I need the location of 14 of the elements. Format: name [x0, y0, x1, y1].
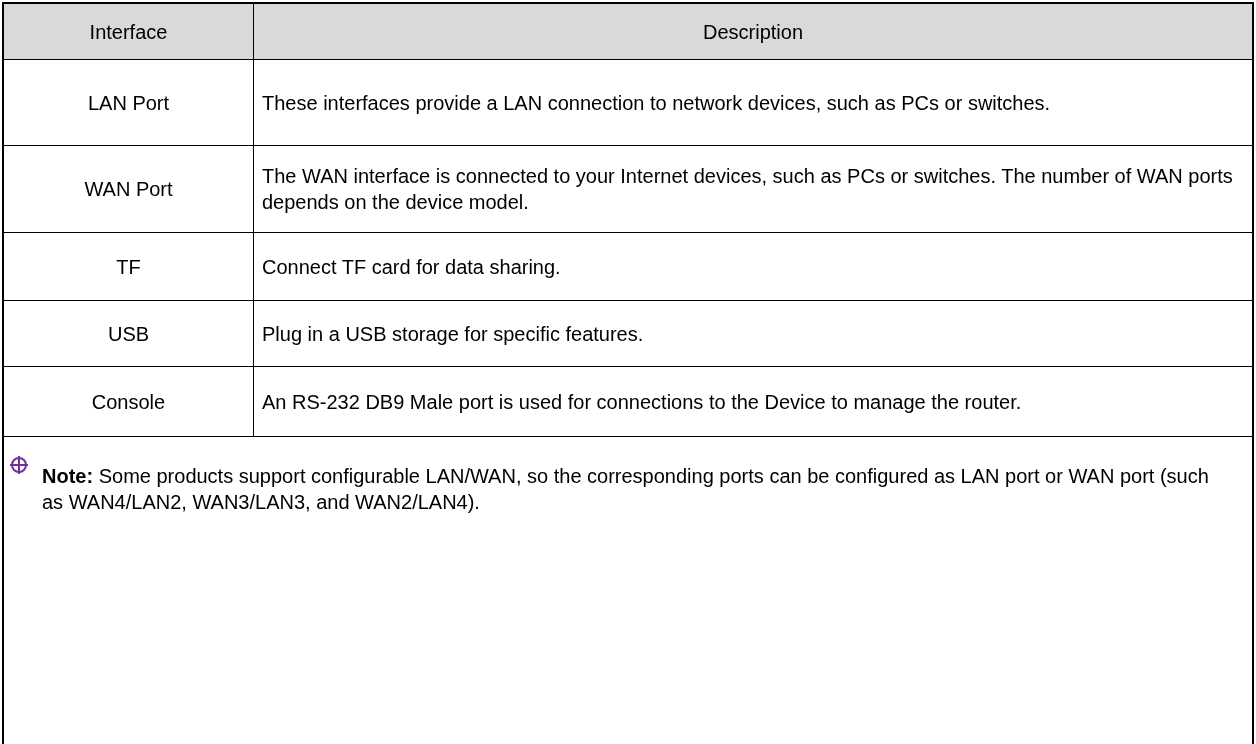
table-cell: USB	[4, 301, 254, 366]
table-cell-text: Connect TF card for data sharing.	[261, 254, 562, 280]
column-header: Description	[701, 19, 804, 45]
table-cell-text: Plug in a USB storage for specific features.	[261, 321, 645, 347]
table-cell-text: These interfaces provide a LAN connection to network devices, such as PCs or switches.	[261, 90, 1052, 116]
column-header: Interface	[4, 4, 254, 59]
table-cell: LAN Port	[4, 60, 254, 145]
table-cell: TF	[4, 233, 254, 300]
crosshair-icon	[10, 456, 28, 474]
table-cell-text: An RS-232 DB9 Male port is used for connections to the Device to manage the router.	[261, 389, 1023, 415]
table-cell-text: The WAN interface is connected to your Internet devices, such as PCs or switches. The number of WAN ports depends on the device model.	[261, 164, 1234, 215]
table-cell: WAN Port	[4, 146, 254, 232]
note-text: Note: Some products support configurable LAN/WAN, so the corresponding ports can be configured as LAN port or WAN port (such as WAN4/LAN2, WAN3/LAN3, and WAN2/LAN4).	[42, 464, 1210, 515]
table-cell: Console	[4, 367, 254, 436]
